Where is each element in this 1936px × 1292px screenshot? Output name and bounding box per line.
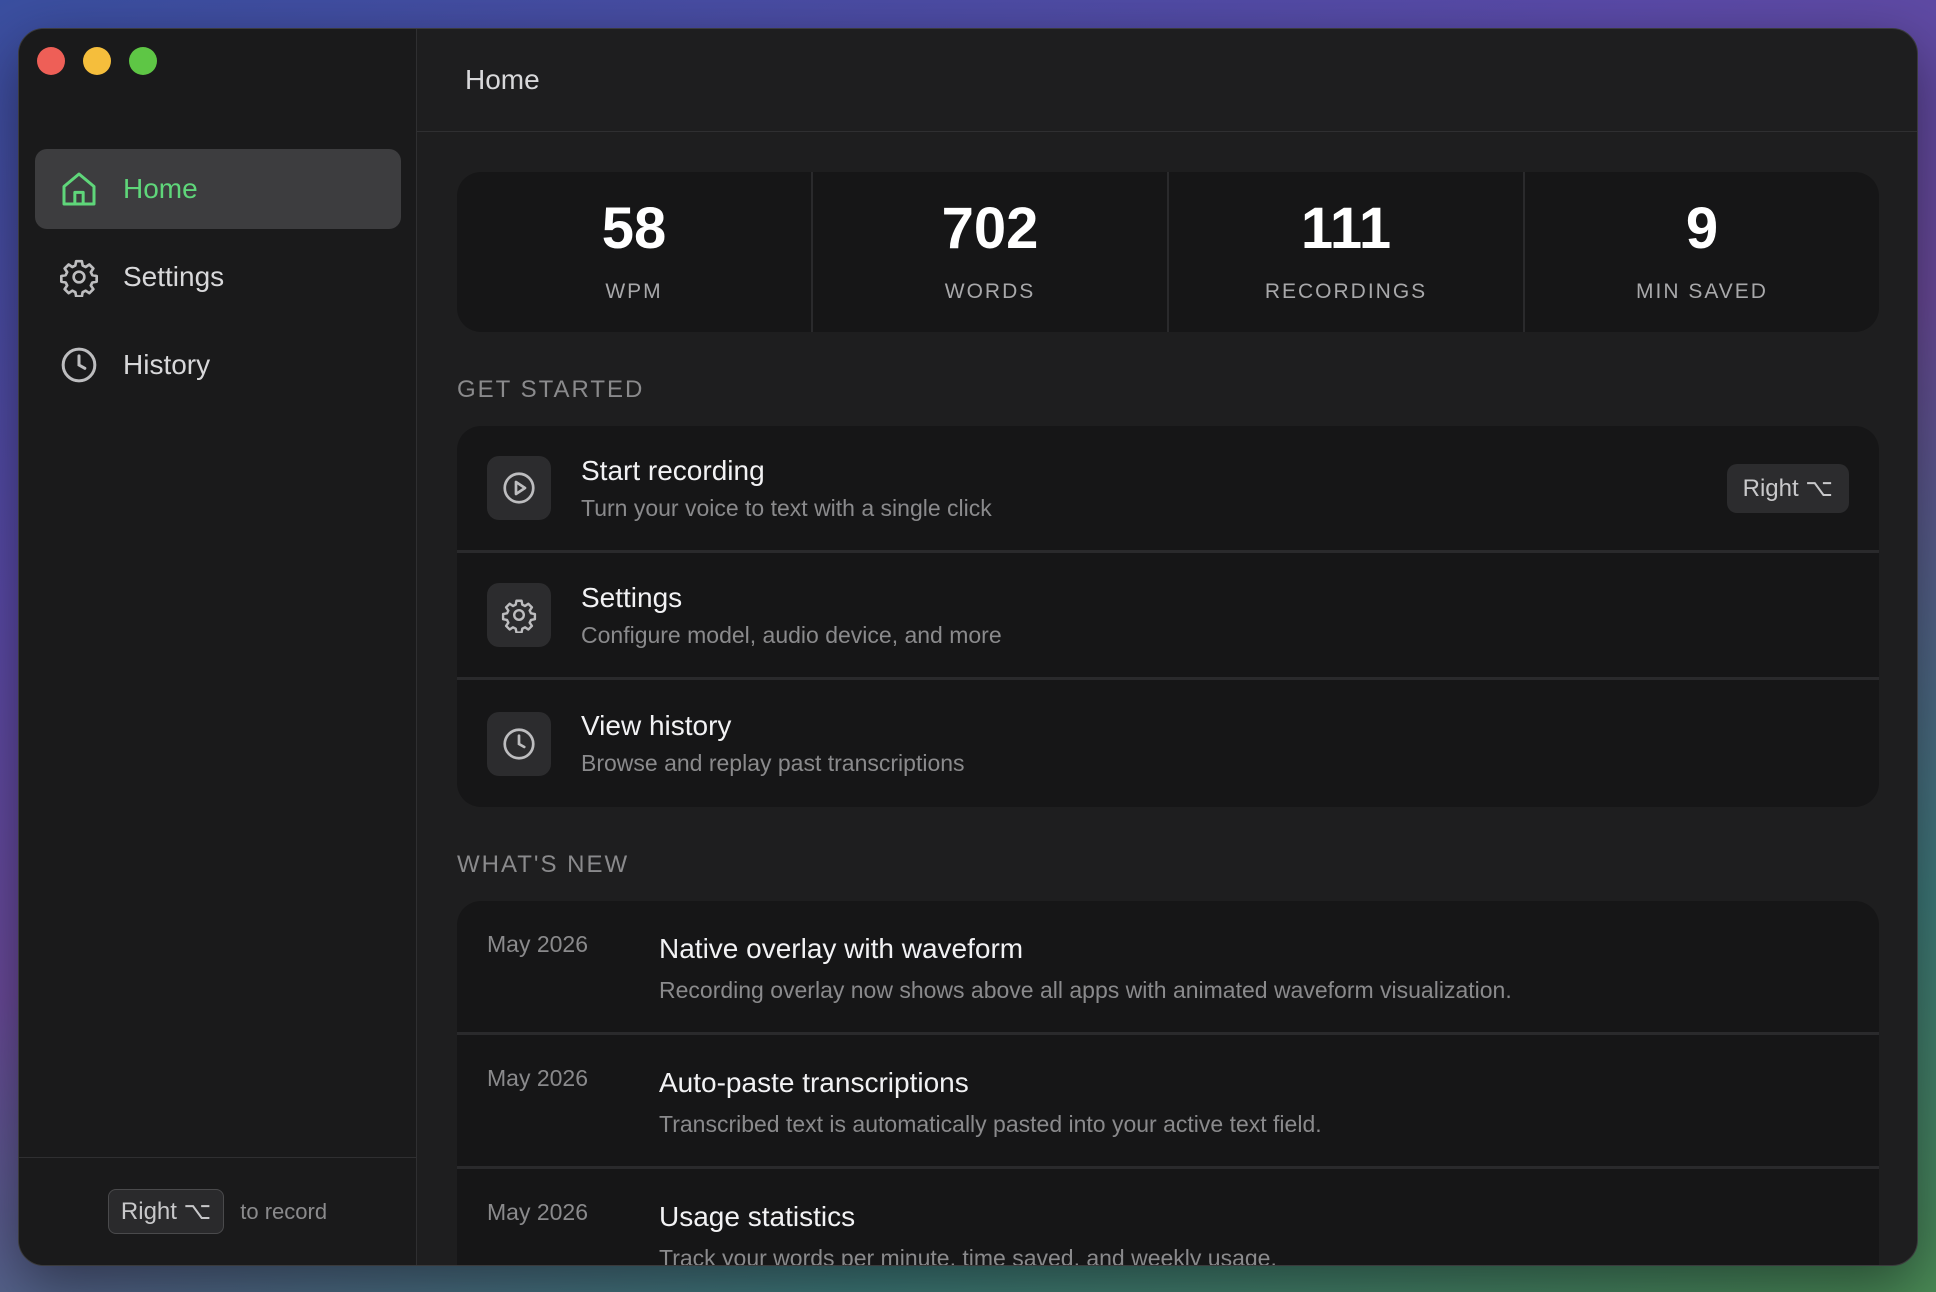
action-text: Settings Configure model, audio device, … <box>581 582 1002 649</box>
view-history-row[interactable]: View history Browse and replay past tran… <box>457 680 1879 807</box>
window-controls <box>37 47 157 75</box>
record-hint-text: to record <box>240 1198 328 1224</box>
news-title: Usage statistics <box>659 1201 856 1232</box>
action-title: View history <box>581 710 732 741</box>
sidebar-item-settings[interactable]: Settings <box>35 237 401 317</box>
news-date: May 2026 <box>487 931 589 957</box>
news-description: Transcribed text is automatically pasted… <box>659 1111 1322 1137</box>
record-hint: Right ⌥ to record <box>19 1157 416 1265</box>
clock-icon <box>61 347 97 383</box>
sidebar-item-home[interactable]: Home <box>35 149 401 229</box>
page-title: Home <box>465 64 540 95</box>
news-title: Auto-paste transcriptions <box>659 1067 969 1098</box>
action-text: Start recording Turn your voice to text … <box>581 455 992 522</box>
gear-icon <box>60 259 98 297</box>
stat-recordings: 111 RECORDINGS <box>1169 172 1525 332</box>
gear-icon <box>501 599 537 633</box>
record-shortcut-badge: Right ⌥ <box>107 1189 225 1234</box>
stat-value: 58 <box>601 196 667 261</box>
gear-icon-tile <box>487 583 551 647</box>
minimize-window-button[interactable] <box>83 47 111 75</box>
news-description: Track your words per minute, time saved,… <box>659 1245 1277 1266</box>
header: Home <box>417 29 1917 132</box>
action-description: Browse and replay past transcriptions <box>581 750 965 776</box>
settings-row[interactable]: Settings Configure model, audio device, … <box>457 553 1879 680</box>
news-description: Recording overlay now shows above all ap… <box>659 977 1512 1003</box>
stats-panel: 58 WPM 702 WORDS 111 RECORDINGS 9 MIN SA… <box>457 172 1879 332</box>
sidebar-item-label: Home <box>123 173 198 204</box>
clock-icon <box>503 727 535 760</box>
whats-new-heading: WHAT'S NEW <box>457 851 630 878</box>
stat-label: WORDS <box>944 280 1036 303</box>
home-icon <box>62 172 96 206</box>
stat-value: 111 <box>1300 196 1392 261</box>
action-text: View history Browse and replay past tran… <box>581 710 965 777</box>
action-description: Configure model, audio device, and more <box>581 621 1002 648</box>
home-content: 58 WPM 702 WORDS 111 RECORDINGS 9 MIN SA… <box>417 132 1917 1266</box>
stat-words: 702 WORDS <box>813 172 1169 332</box>
news-date: May 2026 <box>487 1065 589 1091</box>
action-title: Settings <box>581 581 683 613</box>
news-text: Usage statistics Track your words per mi… <box>659 1199 1277 1266</box>
zoom-window-button[interactable] <box>129 47 157 75</box>
play-icon <box>503 472 535 504</box>
news-title: Native overlay with waveform <box>659 933 1024 964</box>
sidebar-nav: Home Settings History <box>35 149 401 413</box>
sidebar-item-label: History <box>123 349 211 380</box>
sidebar-item-label: Settings <box>123 261 225 292</box>
action-title: Start recording <box>581 454 765 486</box>
stat-label: MIN SAVED <box>1636 280 1768 303</box>
stat-min-saved: 9 MIN SAVED <box>1525 172 1879 332</box>
stat-label: RECORDINGS <box>1264 280 1428 303</box>
get-started-list: Start recording Turn your voice to text … <box>457 426 1879 807</box>
news-item: May 2026 Auto-paste transcriptions Trans… <box>457 1035 1879 1169</box>
news-date: May 2026 <box>487 1199 589 1225</box>
whats-new-list: May 2026 Native overlay with waveform Re… <box>457 901 1879 1266</box>
get-started-heading: GET STARTED <box>457 376 645 403</box>
app-window: Home Settings History Right ⌥ to record <box>18 28 1918 1266</box>
start-recording-row[interactable]: Start recording Turn your voice to text … <box>457 426 1879 553</box>
sidebar: Home Settings History Right ⌥ to record <box>19 29 417 1265</box>
clock-icon-tile <box>487 711 551 776</box>
sidebar-item-history[interactable]: History <box>35 325 401 405</box>
news-item: May 2026 Usage statistics Track your wor… <box>457 1169 1879 1266</box>
main-content: Home 58 WPM 702 WORDS 111 RECORDINGS 9 M… <box>417 29 1917 1265</box>
news-text: Auto-paste transcriptions Transcribed te… <box>659 1065 1322 1166</box>
stat-value: 9 <box>1685 196 1719 261</box>
stat-label: WPM <box>605 280 663 303</box>
close-window-button[interactable] <box>37 47 65 75</box>
news-text: Native overlay with waveform Recording o… <box>659 931 1512 1032</box>
play-icon-tile <box>487 456 551 520</box>
stat-value: 702 <box>941 196 1039 261</box>
news-item: May 2026 Native overlay with waveform Re… <box>457 901 1879 1035</box>
stat-wpm: 58 WPM <box>457 172 813 332</box>
action-description: Turn your voice to text with a single cl… <box>581 494 992 521</box>
record-shortcut-badge: Right ⌥ <box>1726 464 1849 513</box>
